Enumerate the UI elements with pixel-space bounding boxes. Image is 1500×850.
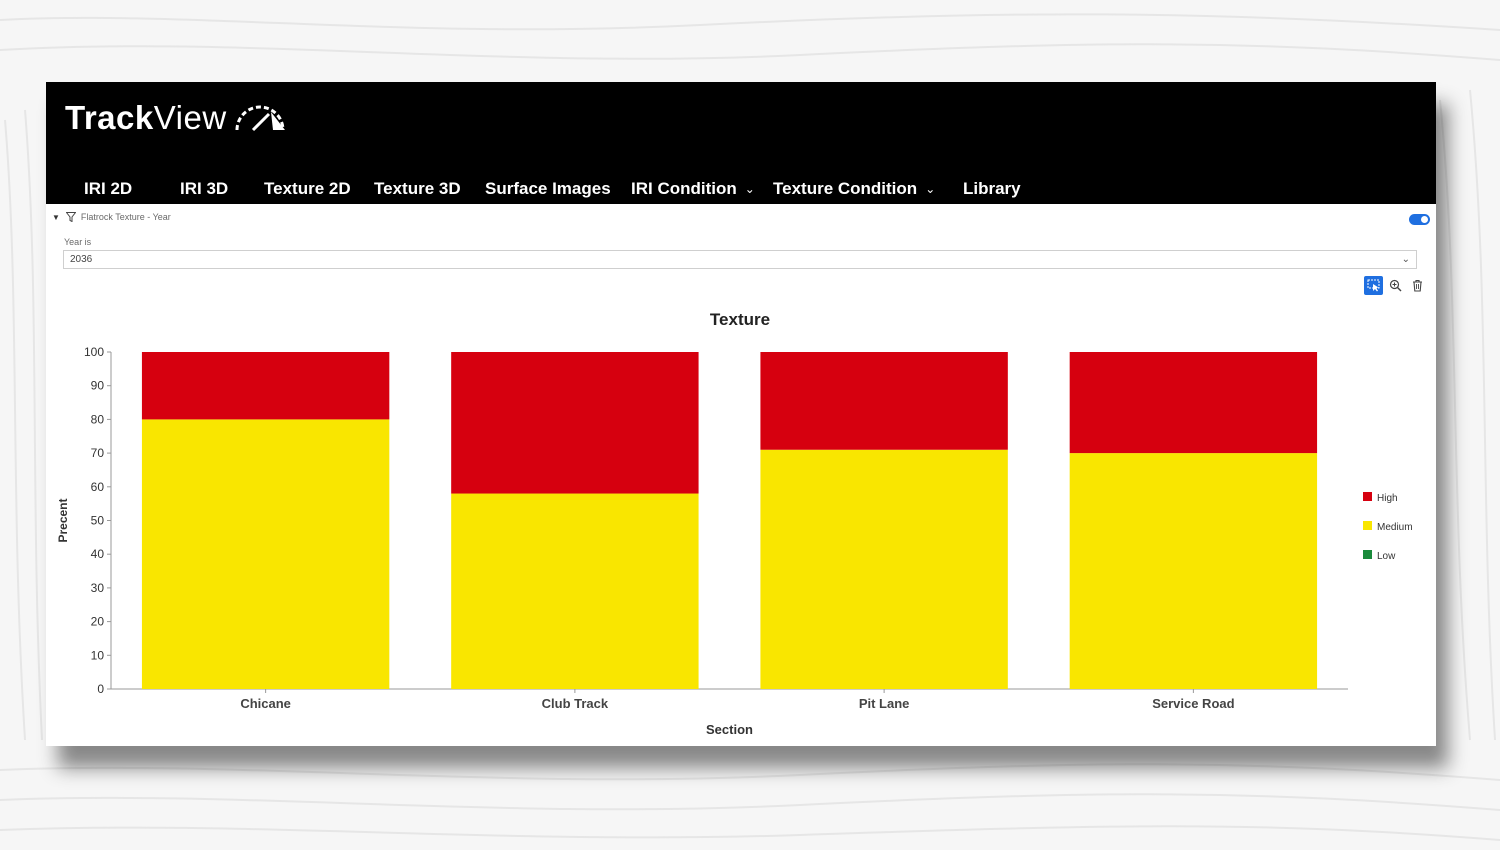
y-tick-label: 80: [91, 412, 105, 426]
x-axis-label: Section: [706, 722, 753, 737]
chevron-down-icon: ⌄: [1401, 254, 1410, 265]
nav-label: IRI Condition: [631, 179, 737, 198]
nav-label: Texture Condition: [773, 179, 918, 198]
brand-name-light: View: [153, 99, 227, 136]
y-tick-label: 50: [91, 514, 105, 528]
bar-high[interactable]: [760, 352, 1008, 450]
nav-iri-3d[interactable]: IRI 3D: [180, 178, 228, 200]
legend-label-high[interactable]: High: [1377, 493, 1398, 504]
y-tick-label: 20: [91, 615, 105, 629]
y-tick-label: 30: [91, 581, 105, 595]
year-select-value: 2036: [70, 254, 93, 265]
filter-icon: [65, 212, 76, 222]
nav-label: Library: [963, 179, 1021, 198]
bar-medium[interactable]: [1069, 453, 1318, 689]
nav-texture-3d[interactable]: Texture 3D: [374, 178, 461, 200]
nav-texture-2d[interactable]: Texture 2D: [264, 178, 351, 200]
y-tick-label: 60: [91, 480, 105, 494]
y-tick-label: 40: [91, 547, 105, 561]
legend-swatch-low[interactable]: [1363, 550, 1372, 559]
y-tick-label: 10: [91, 648, 105, 662]
collapse-triangle-icon[interactable]: ▼: [52, 213, 60, 222]
filter-title: Flatrock Texture - Year: [80, 212, 171, 222]
chevron-down-icon: ⌄: [925, 182, 936, 196]
x-tick-label: Service Road: [1152, 696, 1234, 711]
y-tick-label: 90: [91, 379, 105, 393]
brand-logo[interactable]: Track View: [65, 98, 287, 138]
texture-chart: Texture 0 10 20 30 40 50 60 70 80 90 100 Precent Chic…: [56, 310, 1413, 737]
zoom-icon: [1389, 279, 1402, 292]
bar-medium[interactable]: [141, 419, 390, 689]
nav-surface-images[interactable]: Surface Images: [485, 178, 611, 200]
chart-title: Texture: [710, 310, 770, 329]
bar-medium[interactable]: [760, 449, 1008, 689]
nav-label: Texture 3D: [374, 179, 461, 198]
nav-label: IRI 2D: [84, 179, 133, 198]
x-tick-label: Chicane: [240, 696, 291, 711]
filter-header[interactable]: ▼ Flatrock Texture - Year: [52, 212, 171, 222]
bar-high[interactable]: [141, 352, 390, 420]
nav-library[interactable]: Library: [963, 178, 1021, 200]
x-tick-label: Pit Lane: [859, 696, 910, 711]
trash-icon: [1413, 279, 1422, 292]
bar-high[interactable]: [1069, 352, 1318, 454]
app-window: Track View IRI 2D IRI 3D Texture 2D Textu…: [46, 82, 1436, 746]
select-icon: [1367, 279, 1380, 292]
legend-label-low[interactable]: Low: [1377, 551, 1396, 562]
year-select[interactable]: 2036 ⌄: [63, 250, 1417, 269]
y-tick-label: 100: [84, 345, 104, 359]
filter-toggle[interactable]: [1409, 214, 1430, 225]
speedometer-icon: [235, 105, 285, 132]
brand-name-bold: Track: [65, 99, 154, 136]
bar-high[interactable]: [451, 352, 699, 494]
legend-swatch-medium[interactable]: [1363, 521, 1372, 530]
toggle-knob: [1421, 216, 1428, 223]
x-tick-label: Club Track: [542, 696, 609, 711]
year-field-label: Year is: [64, 237, 92, 247]
nav-label: Texture 2D: [264, 179, 351, 198]
legend-swatch-high[interactable]: [1363, 492, 1372, 501]
nav-iri-2d[interactable]: IRI 2D: [84, 178, 132, 200]
nav-iri-condition[interactable]: IRI Condition ⌄: [631, 178, 755, 201]
legend-label-medium[interactable]: Medium: [1377, 522, 1413, 533]
nav-texture-condition[interactable]: Texture Condition ⌄: [773, 178, 935, 201]
chevron-down-icon: ⌄: [744, 182, 755, 196]
nav-label: IRI 3D: [180, 179, 229, 198]
header-bar: Track View IRI 2D IRI 3D Texture 2D Textu…: [46, 82, 1436, 204]
bar-medium[interactable]: [451, 493, 699, 689]
y-tick-label: 70: [91, 446, 105, 460]
y-axis-label: Precent: [56, 498, 70, 542]
nav-label: Surface Images: [485, 179, 611, 198]
y-tick-label: 0: [97, 682, 104, 696]
